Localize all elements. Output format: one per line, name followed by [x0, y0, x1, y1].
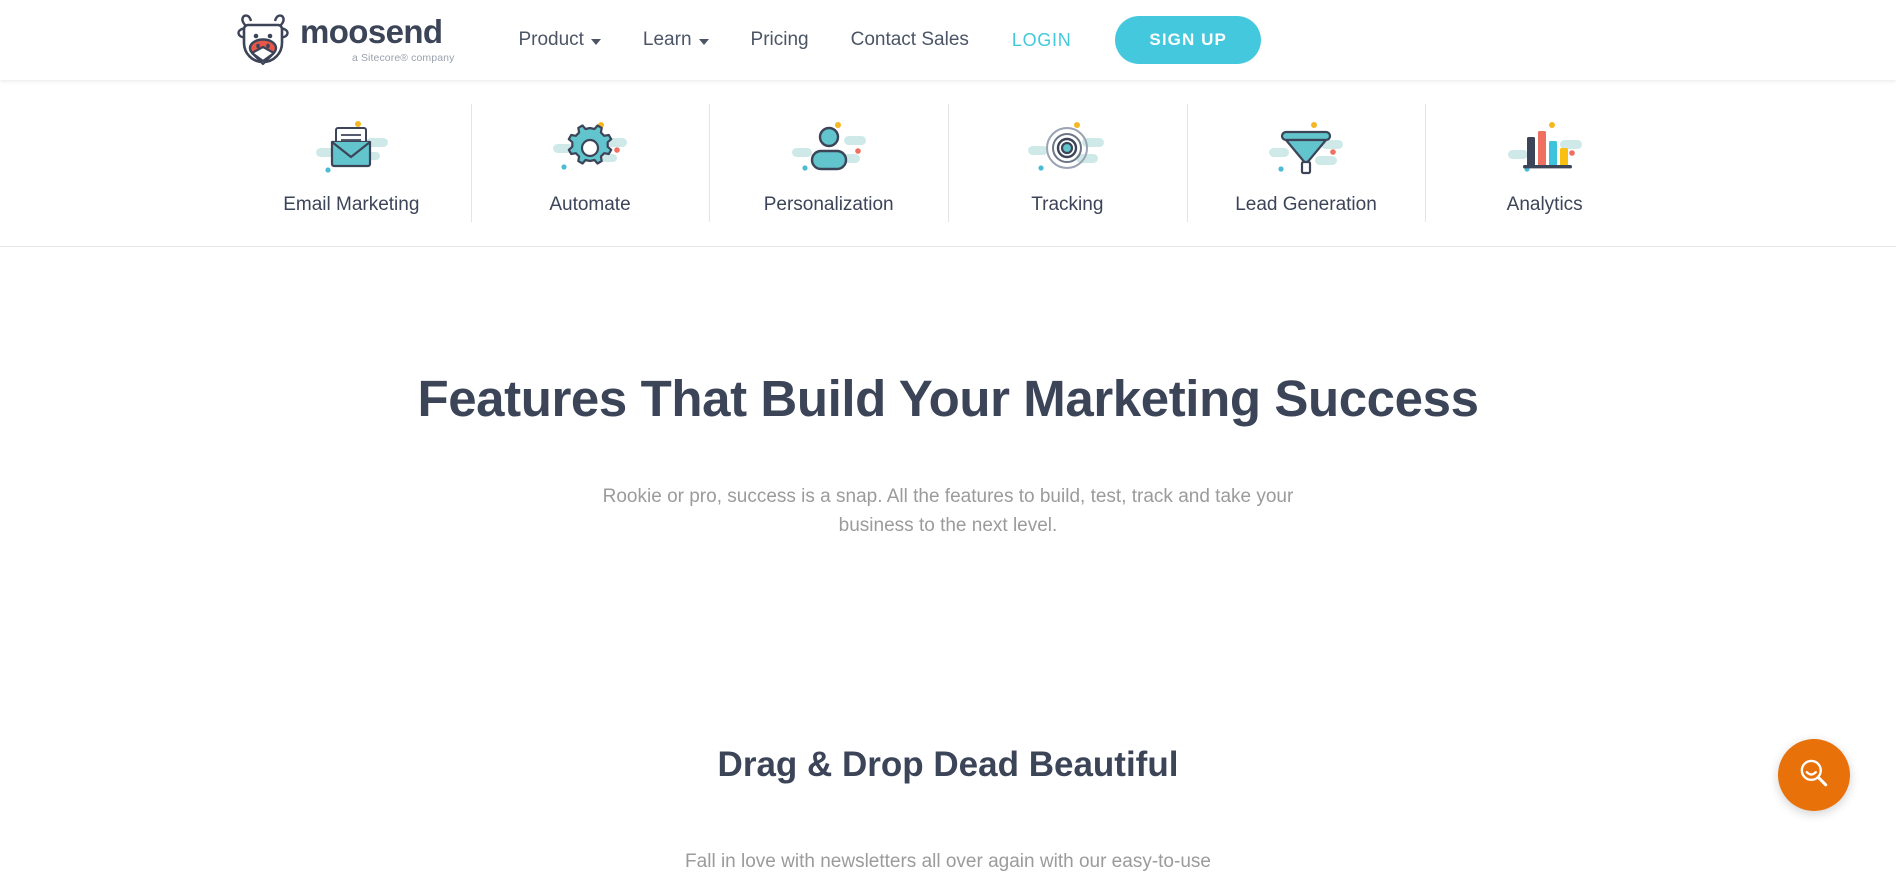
- section-body-text: Fall in love with newsletters all over a…: [685, 850, 1211, 872]
- nav-item-contact-sales[interactable]: Contact Sales: [851, 29, 969, 51]
- feature-label-tracking: Tracking: [1031, 194, 1104, 215]
- header-actions: LOGIN SIGN UP: [1012, 16, 1261, 64]
- logo-tagline: a Sitecore® company: [352, 51, 455, 64]
- main-nav: Product Learn Pricing Contact Sales: [518, 29, 968, 51]
- section-title: Drag & Drop Dead Beautiful: [717, 744, 1179, 784]
- nav-item-learn[interactable]: Learn: [643, 29, 709, 51]
- feature-label-personalization: Personalization: [763, 194, 894, 215]
- feature-item-tracking[interactable]: Tracking: [948, 80, 1187, 246]
- feature-label-analytics: Analytics: [1506, 194, 1583, 215]
- chevron-down-icon: [698, 38, 709, 45]
- hero-subtitle: Rookie or pro, success is a snap. All th…: [602, 486, 1294, 537]
- feature-label-email-marketing: Email Marketing: [283, 194, 420, 215]
- feature-item-analytics[interactable]: Analytics: [1425, 80, 1664, 246]
- funnel-icon: [1263, 118, 1349, 180]
- nav-item-contact-sales-label: Contact Sales: [850, 29, 969, 50]
- site-header: moosend a Sitecore® company Product Lear…: [0, 0, 1896, 80]
- nav-item-learn-label: Learn: [642, 29, 692, 50]
- signup-button[interactable]: SIGN UP: [1115, 16, 1261, 64]
- feature-item-lead-generation[interactable]: Lead Generation: [1186, 80, 1426, 246]
- logo-wordmark: moosend: [300, 12, 443, 50]
- envelope-icon: [308, 118, 394, 180]
- feature-item-automate[interactable]: Automate: [470, 80, 710, 246]
- feature-nav-bar: Email Marketing Automate Personalization…: [0, 80, 1896, 247]
- cow-mascot-icon: [232, 9, 294, 71]
- feature-item-email-marketing[interactable]: Email Marketing: [232, 80, 471, 246]
- search-fab-button[interactable]: [1778, 739, 1850, 811]
- nav-item-product-label: Product: [518, 29, 584, 50]
- login-link[interactable]: LOGIN: [1012, 30, 1072, 51]
- feature-item-personalization[interactable]: Personalization: [709, 80, 948, 246]
- page-title: Features That Build Your Marketing Succe…: [417, 370, 1479, 427]
- logo-link[interactable]: moosend a Sitecore® company: [232, 9, 454, 71]
- feature-label-automate: Automate: [549, 194, 631, 215]
- nav-item-product[interactable]: Product: [518, 29, 601, 51]
- chevron-down-icon: [590, 38, 601, 45]
- feature-label-lead-generation: Lead Generation: [1235, 194, 1377, 215]
- person-icon: [786, 118, 872, 180]
- nav-item-pricing[interactable]: Pricing: [751, 29, 809, 51]
- search-smile-icon: [1796, 756, 1832, 795]
- nav-item-pricing-label: Pricing: [750, 29, 809, 50]
- main-content: Features That Build Your Marketing Succe…: [0, 247, 1896, 875]
- gear-icon: [547, 118, 633, 180]
- target-icon: [1024, 118, 1110, 180]
- bar-chart-icon: [1502, 118, 1588, 180]
